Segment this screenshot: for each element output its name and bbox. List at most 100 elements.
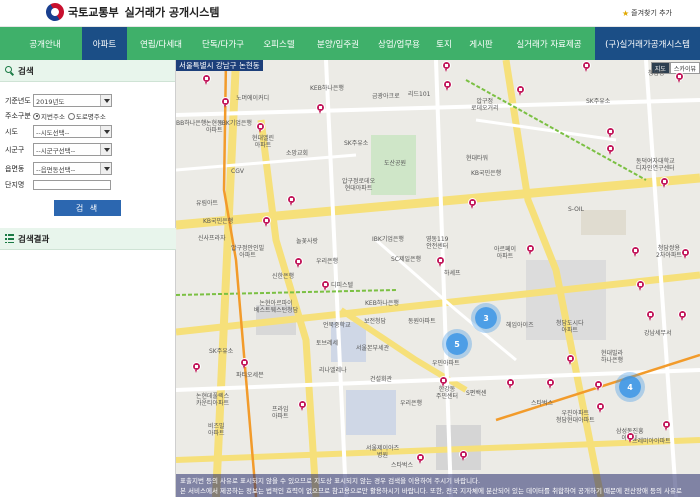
map-pin[interactable] xyxy=(516,85,525,96)
map-pin[interactable] xyxy=(202,74,211,85)
map-pin[interactable] xyxy=(439,376,448,387)
map-pin[interactable] xyxy=(594,380,603,391)
map-pin[interactable] xyxy=(192,362,201,373)
nav-item-officetel[interactable]: 오피스텔 xyxy=(251,27,307,60)
map-label: BB하나은행 xyxy=(176,120,207,127)
cluster-marker[interactable]: 3 xyxy=(475,307,497,329)
sigungu-value: --시군구선택-- xyxy=(36,146,76,155)
nav-item-land[interactable]: 토지 xyxy=(429,27,459,60)
complex-name-input[interactable] xyxy=(33,180,111,190)
map-label: 헤임아이즈 xyxy=(506,322,534,329)
nav-item-old-system[interactable]: (구)실거래가공개시스템 xyxy=(595,27,700,60)
map-pin[interactable] xyxy=(256,122,265,133)
cluster-marker[interactable]: 5 xyxy=(446,333,468,355)
map-label: 청담동 xyxy=(648,70,665,77)
map-pin[interactable] xyxy=(506,378,515,389)
results-section: 검색결과 xyxy=(0,228,176,250)
map-pin[interactable] xyxy=(442,61,451,72)
sigungu-row: 시군구 --시군구선택-- xyxy=(5,143,112,156)
map-pin[interactable] xyxy=(459,450,468,461)
nav-item-board[interactable]: 게시판 xyxy=(459,27,503,60)
map-label: KB국민은행 xyxy=(203,218,234,225)
cluster-marker[interactable]: 4 xyxy=(619,376,641,398)
nav-item-notice[interactable]: 공개안내 xyxy=(8,27,82,60)
map-label: 동덕여자대학교 디자인연구센터 xyxy=(636,158,675,172)
dong-label: 읍면동 xyxy=(5,164,25,173)
map-label: 압구정로데오 현대아파트 xyxy=(342,178,376,192)
map-label: 비즈밀 아파트 xyxy=(208,423,225,437)
map-label: 현대엘린 아파트 xyxy=(252,135,275,149)
map-pin[interactable] xyxy=(660,177,669,188)
radio-road[interactable]: 도로명주소 xyxy=(67,111,106,121)
map-pin[interactable] xyxy=(287,195,296,206)
dong-select[interactable]: --읍면동선택-- xyxy=(33,162,112,175)
nav-item-commercial[interactable]: 상업/업무용 xyxy=(369,27,429,60)
map-label: KEB하나은행 xyxy=(365,300,399,307)
map-pin[interactable] xyxy=(262,216,271,227)
map-label: 압구정 로데오거리 xyxy=(471,98,499,112)
map-label: 프레미아아파트 xyxy=(632,438,671,445)
map-pin[interactable] xyxy=(606,144,615,155)
sido-value: --시도선택-- xyxy=(36,128,70,137)
map-pin[interactable] xyxy=(675,72,684,83)
map-pin[interactable] xyxy=(626,432,635,443)
chevron-down-icon xyxy=(100,126,111,137)
map-pin[interactable] xyxy=(596,402,605,413)
map-pin[interactable] xyxy=(546,378,555,389)
map-label: 도산공원 xyxy=(384,160,407,167)
map-label: 아르페이 아파트 xyxy=(494,246,517,260)
favorite-link[interactable]: ★ 즐겨찾기 추가 xyxy=(622,8,672,18)
map-label: 건설회관 xyxy=(370,376,393,383)
nav-item-apartment[interactable]: 아파트 xyxy=(82,27,127,60)
map-pin[interactable] xyxy=(631,246,640,257)
year-label: 기준년도 xyxy=(5,96,31,105)
address-type-row: 주소구분 지번주소 도로명주소 xyxy=(5,111,109,121)
map-pin[interactable] xyxy=(678,310,687,321)
system-title: 실거래가 공개시스템 xyxy=(124,6,220,19)
sido-label: 시도 xyxy=(5,127,18,136)
map-label: 논현아르파이 베스트웨스턴청담 xyxy=(254,300,299,314)
results-title: 검색결과 xyxy=(18,234,50,245)
year-value: 2019년도 xyxy=(36,97,65,106)
map-pin[interactable] xyxy=(316,103,325,114)
map-pin[interactable] xyxy=(443,80,452,91)
map-pin[interactable] xyxy=(526,244,535,255)
map-pin[interactable] xyxy=(606,127,615,138)
radio-jibun[interactable]: 지번주소 xyxy=(33,111,65,121)
map-pin[interactable] xyxy=(221,97,230,108)
main-nav: 공개안내 아파트 연립/다세대 단독/다가구 오피스텔 분양/입주권 상업/업무… xyxy=(0,27,700,60)
map-label: 놀꽃사랑 xyxy=(296,238,319,245)
star-icon: ★ xyxy=(621,8,630,18)
search-button[interactable]: 검 색 xyxy=(54,200,121,216)
map-label: 유림아트 xyxy=(196,200,219,207)
year-select[interactable]: 2019년도 xyxy=(33,94,112,107)
ministry-name: 국토교통부 xyxy=(68,6,119,19)
map-pin[interactable] xyxy=(468,198,477,209)
map-label: 압구정안인빌 아파트 xyxy=(231,245,265,259)
map-label: 소망교회 xyxy=(286,150,309,157)
nav-item-data-provision[interactable]: 실거래가 자료제공 xyxy=(503,27,595,60)
map-pin[interactable] xyxy=(681,248,690,259)
map-pin[interactable] xyxy=(321,280,330,291)
map-pin[interactable] xyxy=(566,354,575,365)
map-pin[interactable] xyxy=(582,61,591,72)
map-label: 영동119 안전센터 xyxy=(426,236,449,250)
map-pin[interactable] xyxy=(436,256,445,267)
sigungu-select[interactable]: --시군구선택-- xyxy=(33,143,112,156)
map-view[interactable]: 서울특별시 강남구 논현동 지도 스카이뷰 KEB하나은행 금광아크로 리드10… xyxy=(176,60,700,497)
nav-item-detached[interactable]: 단독/다가구 xyxy=(195,27,251,60)
map-pin[interactable] xyxy=(646,310,655,321)
radio-jibun-label: 지번주소 xyxy=(41,113,65,121)
map-pin[interactable] xyxy=(294,257,303,268)
map-pin[interactable] xyxy=(662,420,671,431)
map-pin[interactable] xyxy=(240,358,249,369)
radio-dot-icon xyxy=(33,112,40,120)
ministry-logo[interactable]: 국토교통부 실거래가 공개시스템 xyxy=(42,0,220,25)
map-label: KEB하나은행 xyxy=(310,85,344,92)
nav-item-presale[interactable]: 분양/입주권 xyxy=(307,27,369,60)
nav-item-rowhouse[interactable]: 연립/다세대 xyxy=(127,27,195,60)
map-pin[interactable] xyxy=(298,400,307,411)
map-pin[interactable] xyxy=(416,453,425,464)
map-pin[interactable] xyxy=(636,280,645,291)
sido-select[interactable]: --시도선택-- xyxy=(33,125,112,138)
